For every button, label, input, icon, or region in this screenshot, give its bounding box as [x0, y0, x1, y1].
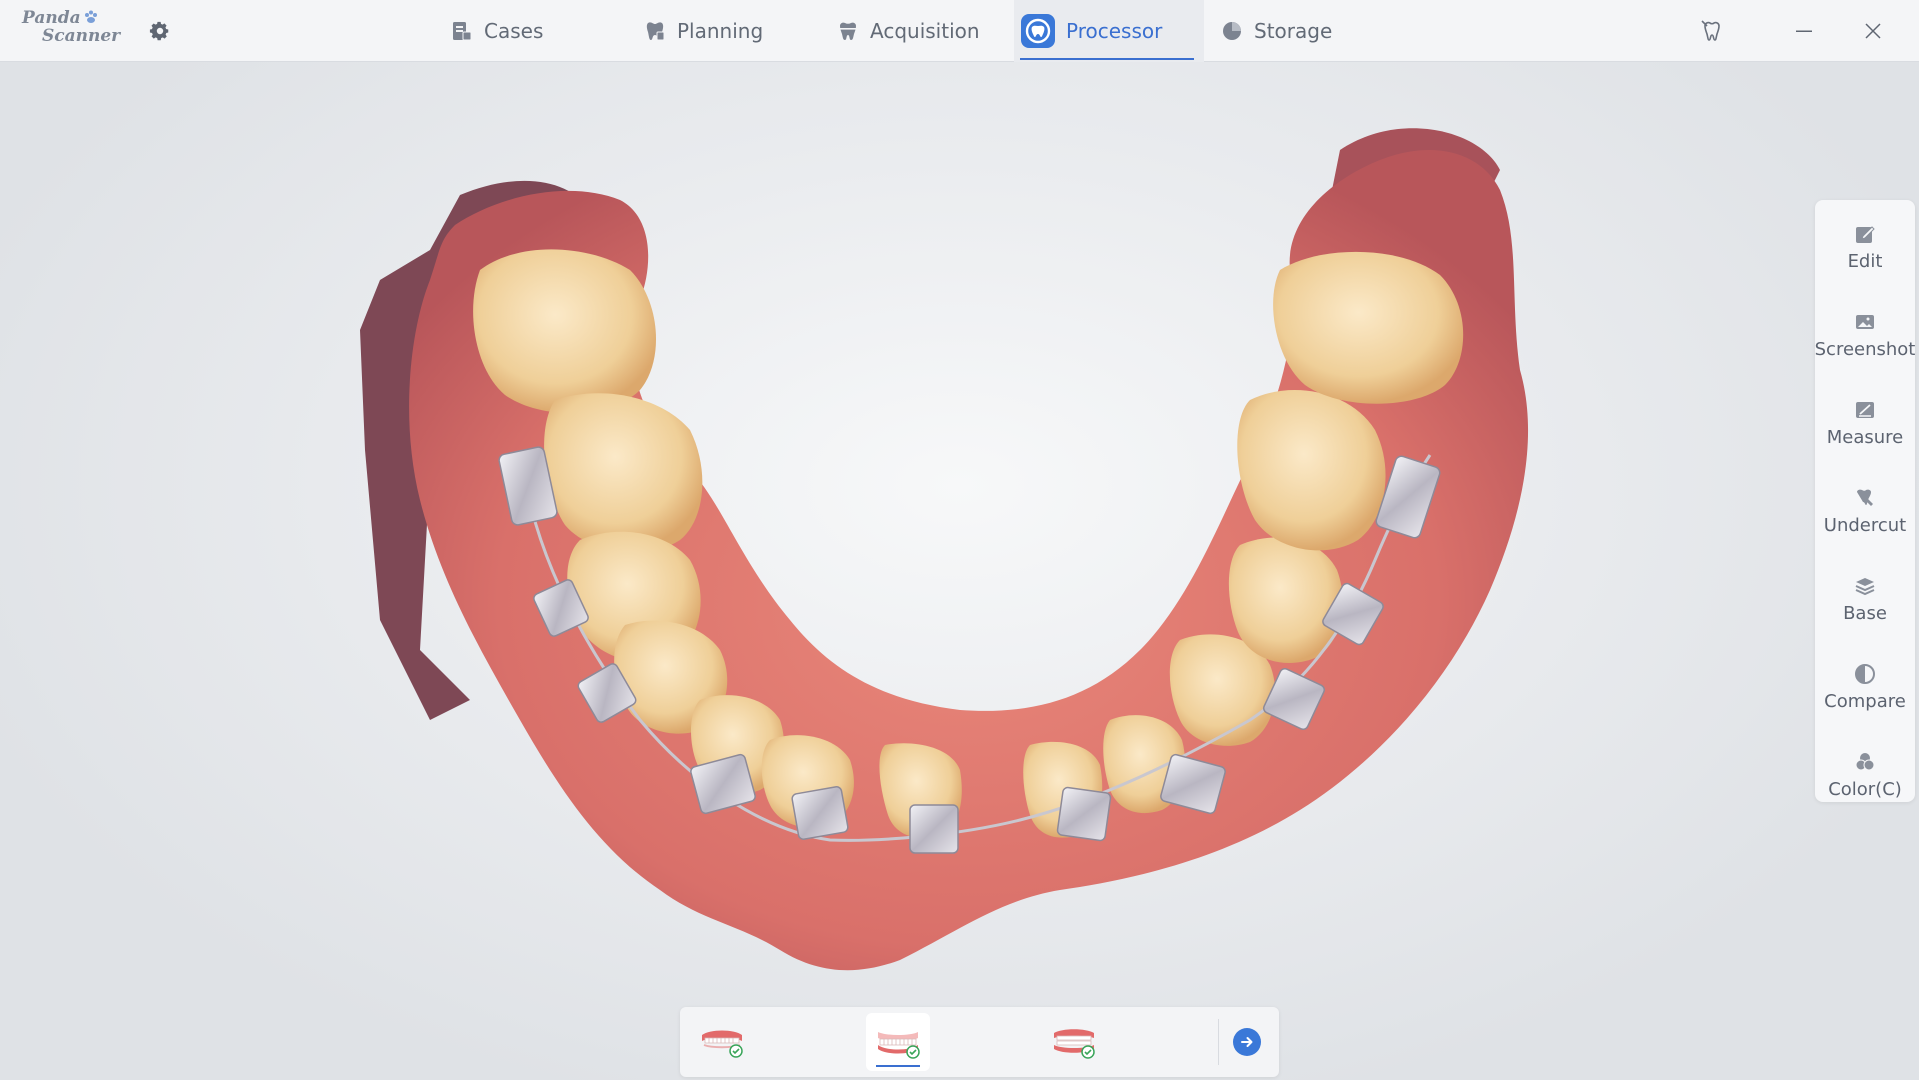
arrow-right-icon [1241, 1037, 1253, 1047]
tooth-mode-button[interactable] [1694, 14, 1730, 48]
minimize-icon [1796, 30, 1812, 32]
upper-jaw-button[interactable] [690, 1013, 754, 1071]
base-layers-icon [1852, 573, 1878, 599]
tab-acquisition[interactable]: Acquisition [836, 0, 1006, 62]
bite-icon [1054, 1029, 1095, 1059]
measure-icon [1852, 397, 1878, 423]
lower-jaw-scan-model[interactable] [0, 62, 1919, 1080]
next-step-button[interactable] [1233, 1028, 1261, 1056]
screenshot-icon [1852, 309, 1878, 335]
upper-jaw-icon [702, 1030, 743, 1058]
right-toolbar: Edit Screenshot Measure Undercut Base Co… [1815, 200, 1915, 802]
paw-icon [85, 10, 97, 23]
color-icon [1852, 749, 1878, 775]
tab-cases-label: Cases [484, 19, 544, 43]
screenshot-tool[interactable]: Screenshot [1815, 294, 1915, 374]
undercut-icon [1852, 485, 1878, 511]
compare-tool[interactable]: Compare [1815, 646, 1915, 726]
tab-processor-label: Processor [1066, 19, 1163, 43]
tab-acquisition-label: Acquisition [870, 19, 980, 43]
acquisition-tooth-icon [836, 19, 860, 43]
divider [1218, 1019, 1219, 1065]
close-button[interactable] [1855, 14, 1891, 48]
settings-button[interactable] [146, 17, 174, 45]
close-icon [1865, 23, 1881, 39]
color-tool[interactable]: Color(C) [1815, 734, 1915, 814]
cases-icon [450, 19, 474, 43]
measure-tool[interactable]: Measure [1815, 382, 1915, 462]
lower-jaw-button[interactable] [866, 1013, 930, 1071]
processor-icon [1020, 13, 1056, 49]
tab-planning-label: Planning [677, 19, 764, 43]
tab-storage-label: Storage [1254, 19, 1333, 43]
jaw-selector-bar [680, 1007, 1279, 1077]
minimize-button[interactable] [1786, 14, 1822, 48]
base-tool[interactable]: Base [1815, 558, 1915, 638]
storage-pie-icon [1220, 19, 1244, 43]
lower-jaw-icon [878, 1032, 920, 1059]
tab-storage[interactable]: Storage [1220, 0, 1370, 62]
tooth-pin-icon [1701, 20, 1720, 41]
edit-icon [1852, 221, 1878, 247]
app-logo: Panda Scanner [22, 8, 121, 46]
tab-planning[interactable]: Planning [643, 0, 793, 62]
top-bar: Panda Scanner Cases Planning Acquisition… [0, 0, 1919, 62]
edit-tool[interactable]: Edit [1815, 206, 1915, 286]
compare-icon [1852, 661, 1878, 687]
tab-processor[interactable]: Processor [1014, 0, 1204, 62]
undercut-tool[interactable]: Undercut [1815, 470, 1915, 550]
planning-icon [643, 19, 667, 43]
model-viewport[interactable] [0, 62, 1919, 1080]
tab-cases[interactable]: Cases [450, 0, 600, 62]
gear-icon [149, 21, 169, 41]
bite-button[interactable] [1042, 1013, 1106, 1071]
